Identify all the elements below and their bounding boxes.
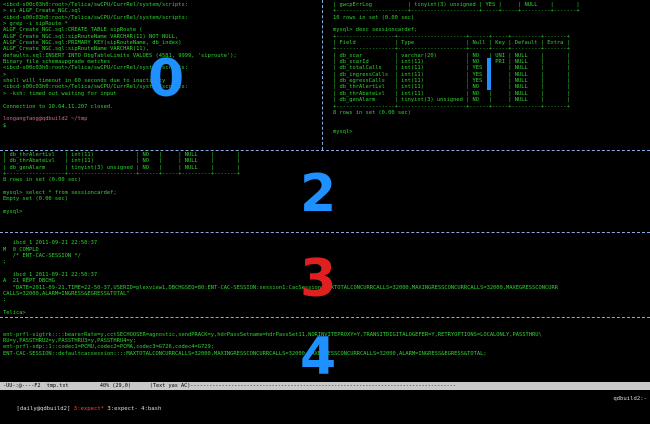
editor-modeline: -UU-:@----F2 tmp.txt 40% (29,0) (Text ya… (0, 382, 650, 390)
window-tab-4-bash[interactable]: 4:bash (138, 406, 161, 412)
annotation-number-4: 4 (300, 327, 337, 387)
status-session-name: [daily@qdbuild2] (16, 406, 71, 412)
horizontal-pane-separator (0, 317, 650, 318)
terminal-line: Telica> (3, 310, 26, 317)
status-hostname: qdbuild2:- (613, 396, 647, 402)
vertical-pane-separator (322, 0, 323, 150)
highlight-bar (487, 58, 491, 90)
horizontal-pane-separator (0, 150, 650, 151)
tmux-status-bar: [daily@qdbuild2] 3:expect* 3:expect- 4:b… (0, 394, 650, 412)
window-tab-3-expect[interactable]: 3:expect- (104, 406, 137, 412)
terminal-line: $ (3, 122, 7, 129)
terminal-line: mysql> (333, 128, 353, 135)
status-window-list: [daily@qdbuild2] 3:expect* 3:expect- 4:b… (3, 394, 161, 424)
annotation-number-3: 3 (300, 249, 337, 309)
annotation-number-2: 2 (300, 164, 337, 224)
horizontal-pane-separator (0, 232, 650, 233)
annotation-number-0: 0 (148, 49, 185, 109)
window-tab-3-expect-active[interactable]: 3:expect* (70, 406, 104, 412)
